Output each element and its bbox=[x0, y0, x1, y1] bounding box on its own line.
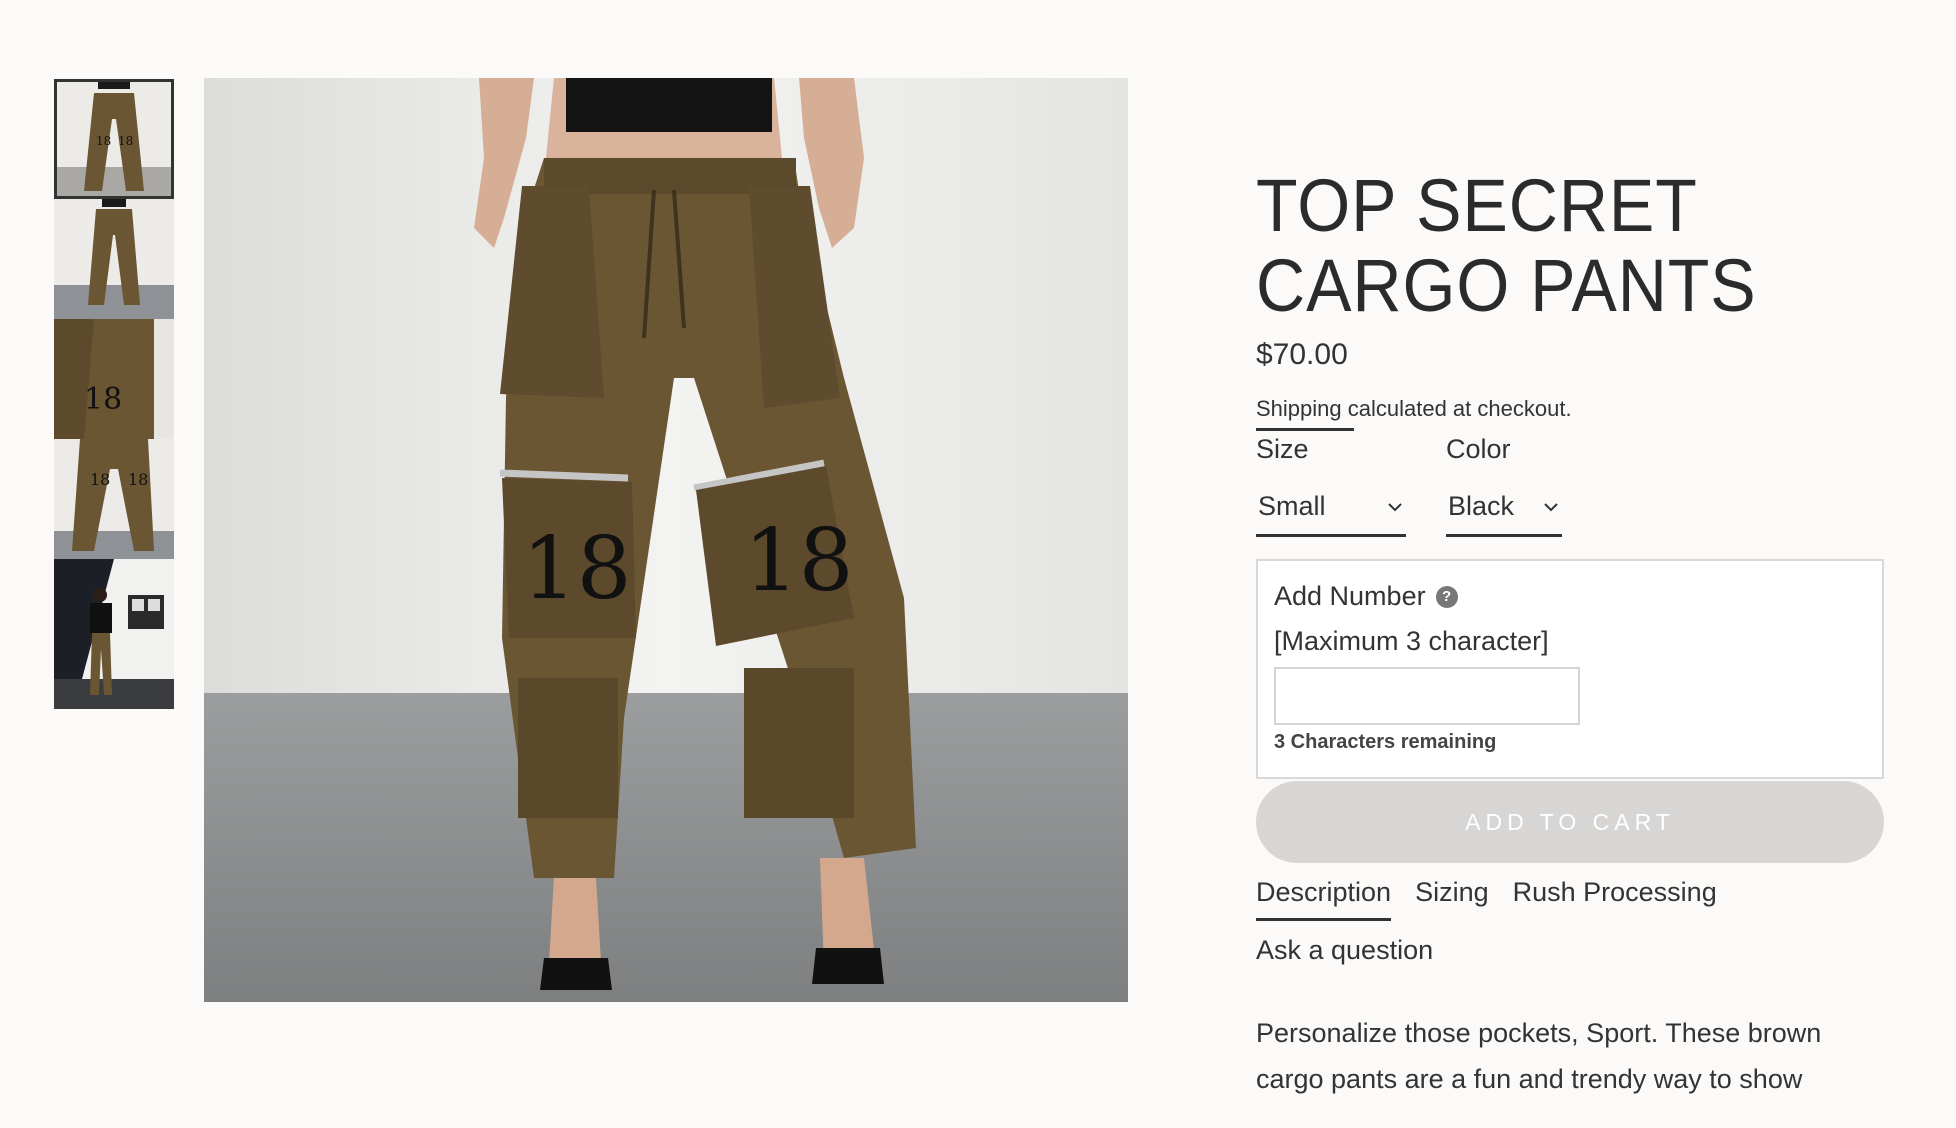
tab-sizing[interactable]: Sizing bbox=[1415, 877, 1489, 921]
thumbnail-2[interactable] bbox=[54, 199, 174, 319]
pocket-detail-image: 18 bbox=[54, 319, 174, 439]
product-tabs: Description Sizing Rush Processing bbox=[1256, 877, 1886, 921]
product-price: $70.00 bbox=[1256, 338, 1348, 371]
thumbnail-5[interactable] bbox=[54, 559, 174, 709]
tab-rush-processing[interactable]: Rush Processing bbox=[1513, 877, 1717, 921]
max-character-note: [Maximum 3 character] bbox=[1274, 626, 1549, 656]
characters-remaining: 3 Characters remaining bbox=[1274, 731, 1497, 753]
size-label: Size bbox=[1256, 434, 1309, 464]
main-product-image[interactable]: 18 18 bbox=[204, 78, 1128, 1002]
svg-text:18: 18 bbox=[118, 134, 133, 148]
thumbnail-3[interactable]: 18 bbox=[54, 319, 174, 439]
pocket-number-left: 18 bbox=[522, 519, 631, 619]
add-number-box: Add Number ? [Maximum 3 character] 3 Cha… bbox=[1256, 559, 1884, 779]
pants-front-image: 18 18 bbox=[54, 79, 174, 199]
add-to-cart-button[interactable]: ADD TO CART bbox=[1256, 781, 1884, 863]
number-input[interactable] bbox=[1274, 667, 1580, 725]
pants-full-image bbox=[54, 199, 174, 319]
thumbnail-4[interactable]: 18 18 bbox=[54, 439, 174, 559]
add-number-label: Add Number ? bbox=[1274, 581, 1866, 612]
svg-text:18: 18 bbox=[128, 470, 148, 489]
tab-description[interactable]: Description bbox=[1256, 877, 1392, 921]
street-style-image bbox=[54, 559, 174, 709]
add-number-text: Add Number bbox=[1274, 581, 1426, 611]
shipping-note: Shipping calculated at checkout. bbox=[1256, 396, 1886, 422]
shipping-note-text: calculated at checkout. bbox=[1341, 396, 1572, 421]
shipping-link[interactable]: Shipping bbox=[1256, 396, 1342, 421]
size-option: Size Small bbox=[1256, 434, 1406, 537]
tab-ask-question[interactable]: Ask a question bbox=[1256, 935, 1886, 966]
color-select[interactable]: Black bbox=[1446, 483, 1562, 537]
size-select[interactable]: Small bbox=[1256, 483, 1406, 537]
svg-text:18: 18 bbox=[96, 134, 111, 148]
pocket-number-right: 18 bbox=[744, 511, 853, 611]
size-value: Small bbox=[1258, 491, 1326, 521]
product-title: TOP SECRET CARGO PANTS bbox=[1256, 164, 1757, 327]
svg-text:18: 18 bbox=[84, 382, 122, 417]
chevron-down-icon bbox=[1544, 502, 1558, 511]
thumbnail-1[interactable]: 18 18 bbox=[54, 79, 174, 199]
color-value: Black bbox=[1448, 491, 1515, 521]
pants-side-image: 18 18 bbox=[54, 439, 174, 559]
product-info: TOP SECRET CARGO PANTS $70.00 Shipping c… bbox=[1256, 166, 1886, 1102]
chevron-down-icon bbox=[1388, 502, 1402, 511]
product-options: Size Small Color Black bbox=[1256, 434, 1886, 537]
color-label: Color bbox=[1446, 434, 1511, 464]
product-description: Personalize those pockets, Sport. These … bbox=[1256, 1018, 1822, 1094]
svg-text:18: 18 bbox=[90, 470, 110, 489]
help-icon[interactable]: ? bbox=[1435, 585, 1458, 608]
color-option: Color Black bbox=[1446, 434, 1562, 537]
thumbnail-list: 18 18 18 18 18 bbox=[54, 79, 174, 709]
